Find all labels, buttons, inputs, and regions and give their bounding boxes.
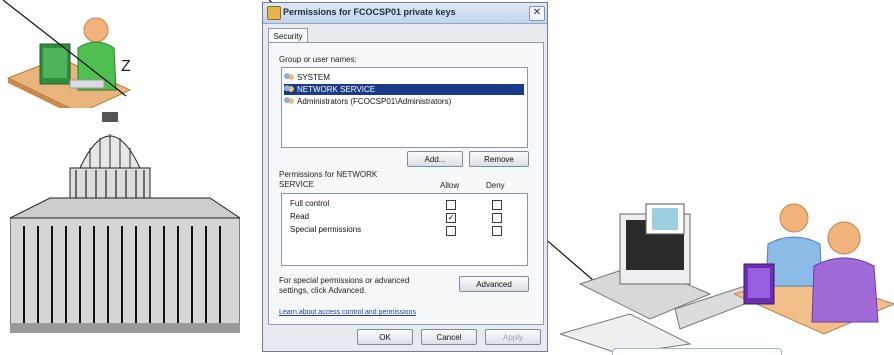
- title-bar[interactable]: Permissions for FCOCSP01 private keys ✕: [263, 3, 547, 24]
- add-button[interactable]: Add...: [407, 151, 463, 167]
- apply-button[interactable]: Apply: [485, 329, 541, 345]
- group-label: Group or user names:: [279, 55, 357, 64]
- cancel-button[interactable]: Cancel: [421, 329, 477, 345]
- allow-read-checkbox[interactable]: ✓: [446, 213, 456, 223]
- allow-special-checkbox[interactable]: [446, 226, 456, 236]
- computer-workstation-icon: [560, 203, 750, 354]
- deny-special-checkbox[interactable]: [492, 226, 502, 236]
- users-icon: [284, 73, 294, 81]
- close-button[interactable]: ✕: [529, 6, 545, 21]
- deny-full-control-checkbox[interactable]: [492, 200, 502, 210]
- key-icon: [267, 6, 281, 20]
- perm-row-read: Read: [290, 212, 310, 221]
- list-item-system[interactable]: SYSTEM: [284, 72, 524, 83]
- users-icon: [284, 97, 294, 105]
- permissions-list: Full control Read Special permissions ✓: [281, 193, 528, 266]
- two-users-icon: [734, 203, 894, 335]
- users-icon: [284, 85, 294, 93]
- list-item-network-service[interactable]: NETWORK SERVICE: [284, 84, 524, 95]
- ok-button[interactable]: OK: [357, 329, 413, 345]
- list-item-administrators[interactable]: Administrators (FCOCSP01\Administrators): [284, 96, 524, 107]
- perm-row-special: Special permissions: [290, 225, 362, 234]
- advanced-text: For special permissions or advanced sett…: [279, 276, 410, 295]
- allow-full-control-checkbox[interactable]: [446, 200, 456, 210]
- permissions-dialog: Permissions for FCOCSP01 private keys ✕ …: [262, 2, 548, 352]
- remove-button[interactable]: Remove: [469, 151, 529, 167]
- dialog-title: Permissions for FCOCSP01 private keys: [283, 7, 456, 17]
- deny-read-checkbox[interactable]: [492, 213, 502, 223]
- permissions-header: Permissions for NETWORK SERVICE: [279, 170, 378, 189]
- users-list[interactable]: SYSTEM NETWORK SERVICE Administrators (F…: [281, 67, 528, 148]
- learn-link[interactable]: Learn about access control and permissio…: [279, 309, 416, 316]
- allow-column-label: Allow: [440, 181, 460, 190]
- perm-row-full-control: Full control: [290, 199, 330, 208]
- deny-column-label: Deny: [486, 181, 505, 190]
- advanced-button[interactable]: Advanced: [459, 276, 529, 292]
